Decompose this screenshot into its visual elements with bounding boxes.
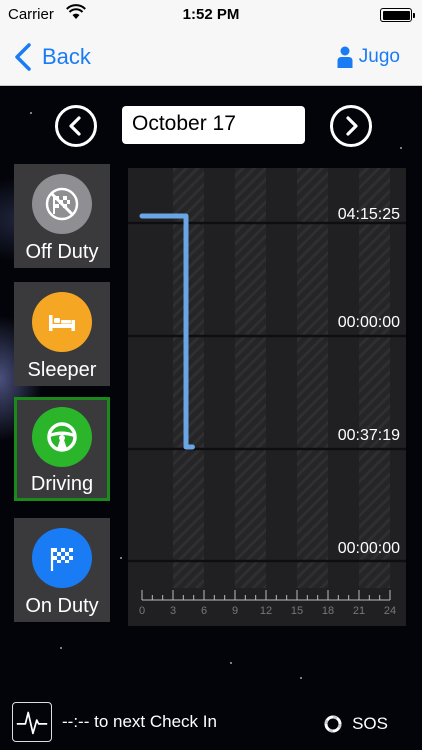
lifebuoy-icon (324, 715, 342, 733)
on-duty-icon-circle (32, 528, 92, 588)
off-duty-icon-circle (32, 174, 92, 234)
x-tick-label: 15 (291, 605, 303, 617)
next-check-in-text: --:-- to next Check In (62, 712, 217, 731)
status-label: Off Duty (25, 241, 99, 263)
status-tile-on-duty[interactable]: On Duty (14, 518, 110, 622)
x-tick-label: 3 (170, 605, 176, 617)
chevron-left-icon (15, 43, 31, 71)
chevron-left-icon (69, 116, 81, 136)
status-label: Sleeper (27, 359, 97, 381)
x-tick-label: 12 (260, 605, 272, 617)
next-day-button[interactable] (330, 105, 372, 147)
hour-band (297, 168, 328, 588)
heartbeat-icon (16, 711, 48, 735)
duration-on-duty: 00:00:00 (337, 540, 400, 557)
user-button[interactable]: Jugo (337, 44, 400, 70)
chevron-right-icon (346, 116, 358, 136)
status-tile-off-duty[interactable]: Off Duty (14, 164, 110, 268)
checkered-flag-icon (50, 548, 73, 571)
hour-band (235, 168, 266, 588)
user-name: Jugo (358, 46, 400, 67)
status-tile-driving[interactable]: Driving (14, 397, 110, 501)
duration-driving: 00:37:19 (337, 427, 400, 444)
sleeper-icon-circle (32, 292, 92, 352)
x-tick-label: 18 (322, 605, 334, 617)
x-tick-label: 21 (353, 605, 365, 617)
duration-off-duty: 04:15:25 (337, 206, 400, 223)
bed-icon (49, 315, 75, 331)
sos-label: SOS (352, 714, 388, 733)
back-label: Back (42, 44, 91, 69)
steering-wheel-icon (47, 422, 77, 452)
duty-log-chart: 0 3 6 9 12 15 18 21 24 04:15:25 00:00:00 00:37:1… (128, 168, 406, 626)
x-tick-label: 6 (201, 605, 207, 617)
status-label: Driving (30, 473, 94, 495)
status-tile-sleeper[interactable]: Sleeper (14, 282, 110, 386)
navigation-bar: Back Jugo (0, 30, 422, 86)
no-checkered-flag-icon (45, 187, 79, 221)
x-tick-label: 0 (139, 605, 145, 617)
duration-sleeper: 00:00:00 (337, 314, 400, 331)
status-bar: Carrier 1:52 PM (0, 0, 422, 30)
date-field[interactable]: October 17 (122, 106, 305, 144)
sos-button[interactable]: SOS (324, 714, 388, 734)
x-tick-label: 24 (384, 605, 396, 617)
person-icon (337, 46, 353, 68)
battery-icon (380, 8, 415, 22)
clock: 1:52 PM (182, 6, 240, 23)
x-tick-label: 9 (232, 605, 238, 617)
previous-day-button[interactable] (55, 105, 97, 147)
check-in-button[interactable] (12, 702, 52, 742)
bottom-bar: --:-- to next Check In SOS (0, 698, 422, 750)
back-button[interactable]: Back (10, 40, 91, 74)
driving-icon-circle (32, 407, 92, 467)
hour-band (359, 168, 390, 588)
status-label: On Duty (25, 595, 99, 617)
